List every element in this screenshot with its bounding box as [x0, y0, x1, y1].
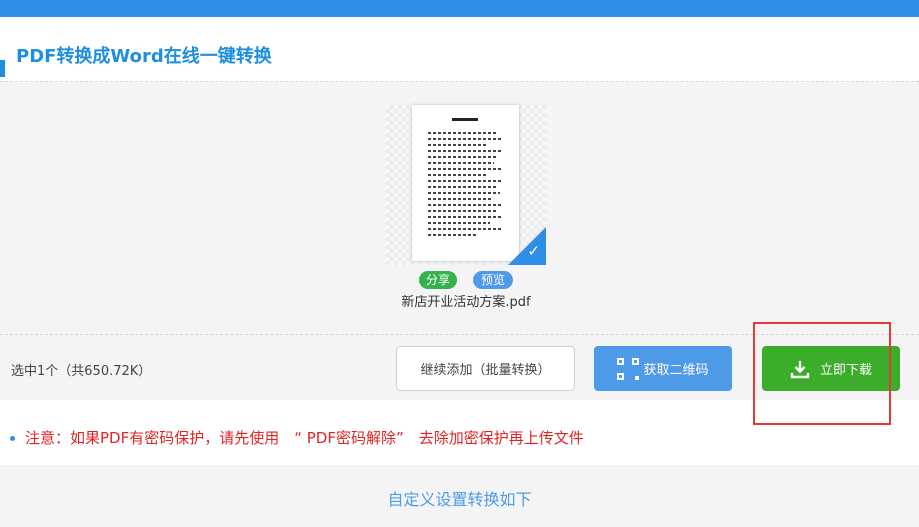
password-notice: 注意：如果PDF有密码保护，请先使用 “ PDF密码解除” 去除加密保护再上传文…: [0, 427, 584, 448]
selection-summary: 选中1个（共650.72K）: [11, 364, 152, 379]
file-name: 新店开业活动方案.pdf: [401, 295, 531, 310]
preview-button[interactable]: 预览: [473, 271, 513, 289]
bullet-dot: [10, 436, 15, 441]
get-qr-code-button[interactable]: 获取二维码: [594, 346, 732, 391]
check-icon: ✓: [527, 242, 540, 260]
document-preview-image: [412, 105, 519, 261]
custom-settings-heading[interactable]: 自定义设置转换如下: [0, 486, 919, 510]
custom-settings-section: 自定义设置转换如下: [0, 465, 919, 527]
add-more-label: 继续添加（批量转换）: [420, 363, 551, 378]
notice-text: 注意：如果PDF有密码保护，请先使用 “ PDF密码解除” 去除加密保护再上传文…: [25, 429, 584, 447]
highlight-box: [753, 322, 891, 425]
page-title: PDF转换成Word在线一键转换: [16, 46, 272, 67]
page-header: PDF转换成Word在线一键转换: [0, 17, 919, 81]
share-button[interactable]: 分享: [419, 271, 457, 289]
qr-code-label: 获取二维码: [643, 363, 709, 378]
title-accent-bar: [0, 60, 5, 77]
top-bar: [0, 0, 919, 17]
file-thumbnail[interactable]: ✓: [386, 105, 546, 265]
qr-code-icon: [617, 357, 640, 380]
add-more-button[interactable]: 继续添加（批量转换）: [396, 346, 575, 391]
